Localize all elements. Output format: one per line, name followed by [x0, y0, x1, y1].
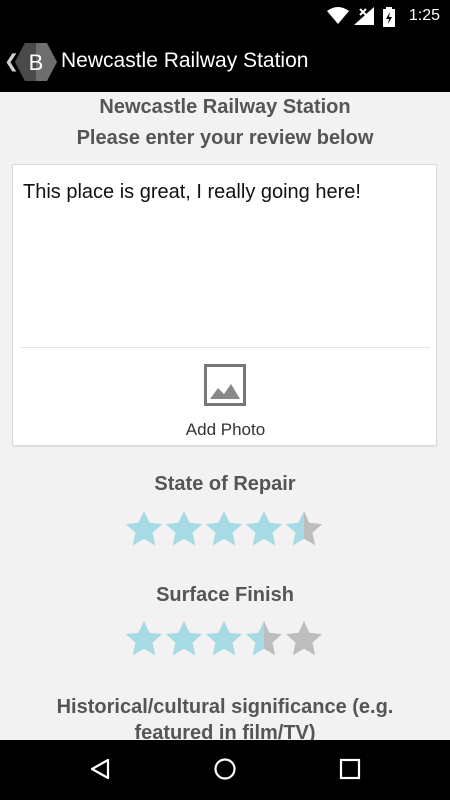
app-logo-letter: B: [29, 50, 44, 75]
image-icon[interactable]: [204, 364, 246, 406]
rating-star[interactable]: [284, 509, 324, 549]
rating-star[interactable]: [124, 619, 164, 659]
signal-icon: [354, 7, 374, 25]
rating-star[interactable]: [284, 619, 324, 659]
review-content[interactable]: Newcastle Railway Station Please enter y…: [0, 92, 450, 740]
review-text-input[interactable]: This place is great, I really going here…: [23, 179, 423, 205]
status-time: 1:25: [408, 7, 440, 24]
rating-star[interactable]: [244, 619, 284, 659]
status-bar: 1:25: [0, 0, 450, 32]
rating-star[interactable]: [164, 619, 204, 659]
rating-label-repair: State of Repair: [154, 473, 296, 495]
rating-star[interactable]: [244, 509, 284, 549]
page-title: Newcastle Railway Station: [99, 96, 351, 118]
review-card: This place is great, I really going here…: [12, 164, 437, 446]
rating-star[interactable]: [164, 509, 204, 549]
rating-stars-surface[interactable]: [124, 619, 326, 659]
add-photo-button[interactable]: Add Photo: [13, 420, 438, 440]
wifi-icon: [327, 7, 349, 24]
rating-star[interactable]: [204, 509, 244, 549]
page-subtitle: Please enter your review below: [76, 127, 374, 149]
rating-label-historical: Historical/cultural significance (e.g. f…: [56, 696, 394, 740]
app-logo[interactable]: B: [14, 42, 58, 82]
rating-stars-repair[interactable]: [124, 509, 326, 549]
rating-star[interactable]: [204, 619, 244, 659]
recents-square-icon[interactable]: [339, 757, 361, 781]
app-title: Newcastle Railway Station: [61, 49, 309, 72]
app-bar: ❮ B Newcastle Railway Station: [0, 32, 450, 92]
rating-label-surface: Surface Finish: [156, 584, 294, 606]
rating-star[interactable]: [124, 509, 164, 549]
battery-icon: [383, 7, 395, 27]
nav-bar: [0, 740, 450, 800]
home-circle-icon[interactable]: [213, 757, 237, 781]
card-divider: [20, 347, 430, 348]
back-triangle-icon[interactable]: [88, 757, 112, 781]
